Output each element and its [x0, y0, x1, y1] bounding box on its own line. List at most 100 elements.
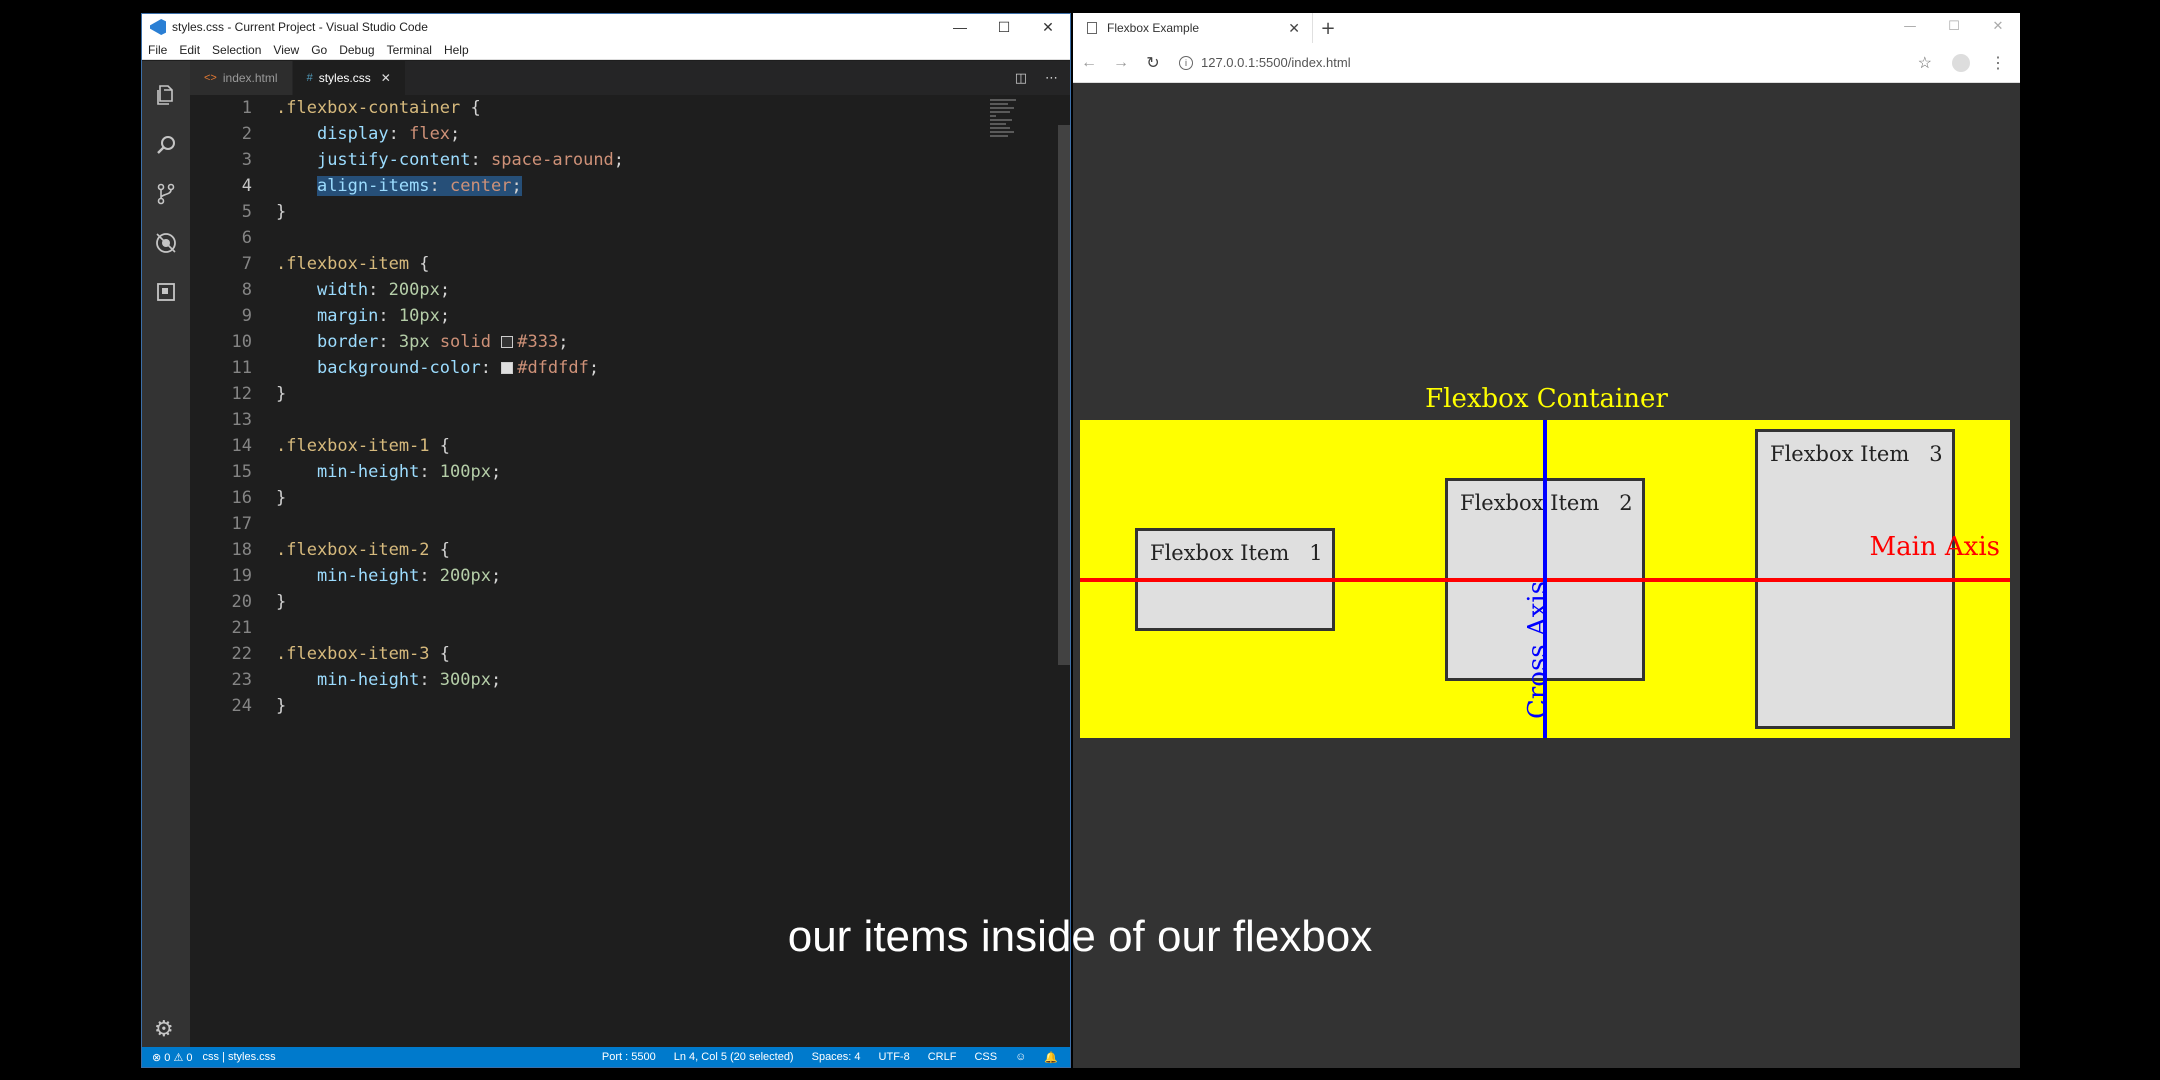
more-actions-icon[interactable]: ⋯	[1045, 71, 1058, 86]
container-title: Flexbox Container	[1425, 384, 1668, 414]
page-icon	[1087, 22, 1097, 34]
menu-kebab-icon[interactable]: ⋮	[1990, 53, 2006, 73]
tab-close-icon[interactable]: ✕	[381, 71, 391, 85]
menu-view[interactable]: View	[267, 43, 305, 57]
problems-indicator[interactable]: ⊗ 0 ⚠ 0	[152, 1051, 193, 1064]
status-bar: ⊗ 0 ⚠ 0 css | styles.css Port : 5500 Ln …	[142, 1047, 1070, 1067]
menu-selection[interactable]: Selection	[206, 43, 267, 57]
code-line[interactable]: 2 display: flex;	[190, 121, 1010, 147]
code-line[interactable]: 7 .flexbox-item {	[190, 251, 1010, 277]
menu-edit[interactable]: Edit	[173, 43, 206, 57]
notifications-bell-icon[interactable]: 🔔	[1044, 1051, 1058, 1064]
code-line[interactable]: 12}	[190, 381, 1010, 407]
extensions-icon[interactable]	[152, 278, 180, 306]
tab-styles-css[interactable]: # styles.css ✕	[292, 61, 406, 95]
code-text: width: 200px;	[316, 280, 451, 300]
line-number: 20	[231, 592, 252, 612]
code-text: }	[276, 696, 287, 716]
tab-index-html[interactable]: <> index.html	[190, 61, 293, 95]
editor-scrollbar[interactable]	[1058, 125, 1070, 665]
code-line[interactable]: 9 margin: 10px;	[190, 303, 1010, 329]
address-bar[interactable]: i 127.0.0.1:5500/index.html	[1179, 49, 1908, 77]
window-title: styles.css - Current Project - Visual St…	[172, 20, 428, 34]
code-line[interactable]: 21	[190, 615, 1010, 641]
indentation[interactable]: Spaces: 4	[812, 1051, 861, 1064]
close-button[interactable]: ✕	[1026, 14, 1070, 40]
browser-tab-strip: Flexbox Example ✕ + — ☐ ✕	[1073, 13, 2020, 43]
code-line[interactable]: 16}	[190, 485, 1010, 511]
code-text: .flexbox-item-3 {	[276, 644, 451, 664]
line-number: 18	[231, 540, 252, 560]
line-number: 23	[231, 670, 252, 690]
feedback-smiley-icon[interactable]: ☺	[1015, 1051, 1026, 1064]
code-line[interactable]: 23 min-height: 300px;	[190, 667, 1010, 693]
minimap[interactable]	[990, 99, 1020, 145]
code-line[interactable]: 10 border: 3px solid #333;	[190, 329, 1010, 355]
code-line[interactable]: 17	[190, 511, 1010, 537]
info-icon[interactable]: i	[1179, 55, 1193, 70]
maximize-button[interactable]: ☐	[982, 14, 1026, 40]
code-line[interactable]: 11 background-color: #dfdfdf;	[190, 355, 1010, 381]
code-line[interactable]: 24}	[190, 693, 1010, 719]
manage-gear-icon[interactable]: ⚙	[154, 1017, 174, 1042]
search-icon[interactable]	[152, 131, 180, 159]
code-line[interactable]: 13	[190, 407, 1010, 433]
line-number: 16	[231, 488, 252, 508]
code-editor[interactable]: 1 .flexbox-container {2 display: flex; 3 j…	[190, 95, 1070, 1054]
reload-icon[interactable]: ↻	[1137, 53, 1169, 73]
code-line[interactable]: 19 min-height: 200px;	[190, 563, 1010, 589]
line-number: 21	[231, 618, 252, 638]
code-text: .flexbox-item {	[276, 254, 430, 274]
cross-axis-label: Cross Axis	[1523, 580, 1553, 720]
code-text: justify-content: space-around;	[316, 150, 625, 170]
code-text: border: 3px solid #333;	[316, 332, 569, 352]
code-line[interactable]: 6	[190, 225, 1010, 251]
back-arrow-icon[interactable]: ←	[1073, 54, 1105, 72]
code-line[interactable]: 1 .flexbox-container {	[190, 95, 1010, 121]
line-number: 24	[231, 696, 252, 716]
code-text: .flexbox-item-1 {	[276, 436, 451, 456]
minimize-button[interactable]: —	[1888, 13, 1932, 43]
line-number: 13	[231, 410, 252, 430]
profile-avatar[interactable]	[1952, 53, 1970, 72]
split-editor-icon[interactable]: ◫	[1015, 71, 1027, 86]
status-path[interactable]: css | styles.css	[203, 1051, 276, 1064]
language-mode[interactable]: CSS	[974, 1051, 997, 1064]
new-tab-button[interactable]: +	[1313, 13, 1343, 43]
debug-icon[interactable]	[152, 229, 180, 257]
bookmark-star-icon[interactable]: ☆	[1918, 53, 1932, 73]
source-control-icon[interactable]	[152, 180, 180, 208]
code-line[interactable]: 14 .flexbox-item-1 {	[190, 433, 1010, 459]
code-line[interactable]: 3 justify-content: space-around;	[190, 147, 1010, 173]
code-line[interactable]: 20}	[190, 589, 1010, 615]
minimize-button[interactable]: —	[938, 14, 982, 40]
code-line[interactable]: 18 .flexbox-item-2 {	[190, 537, 1010, 563]
menu-debug[interactable]: Debug	[333, 43, 380, 57]
code-line[interactable]: 22 .flexbox-item-3 {	[190, 641, 1010, 667]
line-number: 7	[241, 254, 252, 274]
line-number: 9	[241, 306, 252, 326]
browser-tab[interactable]: Flexbox Example ✕	[1073, 13, 1313, 43]
code-line[interactable]: 8 width: 200px;	[190, 277, 1010, 303]
forward-arrow-icon[interactable]: →	[1105, 54, 1137, 72]
close-button[interactable]: ✕	[1976, 13, 2020, 43]
code-line[interactable]: 15 min-height: 100px;	[190, 459, 1010, 485]
maximize-button[interactable]: ☐	[1932, 13, 1976, 43]
menu-go[interactable]: Go	[305, 43, 333, 57]
end-of-line[interactable]: CRLF	[928, 1051, 957, 1064]
menu-help[interactable]: Help	[438, 43, 475, 57]
code-line[interactable]: 4 align-items: center;	[190, 173, 1010, 199]
code-text: min-height: 200px;	[316, 566, 502, 586]
code-text: }	[276, 592, 287, 612]
live-server-port[interactable]: Port : 5500	[602, 1051, 656, 1064]
menu-file[interactable]: File	[142, 43, 173, 57]
cursor-position[interactable]: Ln 4, Col 5 (20 selected)	[674, 1051, 794, 1064]
menu-terminal[interactable]: Terminal	[381, 43, 438, 57]
line-number: 14	[231, 436, 252, 456]
encoding[interactable]: UTF-8	[879, 1051, 910, 1064]
code-line[interactable]: 5}	[190, 199, 1010, 225]
browser-toolbar: ← → ↻ i 127.0.0.1:5500/index.html ☆ ⋮	[1073, 43, 2020, 83]
main-axis-label: Main Axis	[1869, 532, 2000, 562]
tab-close-icon[interactable]: ✕	[1288, 20, 1300, 37]
files-icon[interactable]	[152, 81, 180, 109]
